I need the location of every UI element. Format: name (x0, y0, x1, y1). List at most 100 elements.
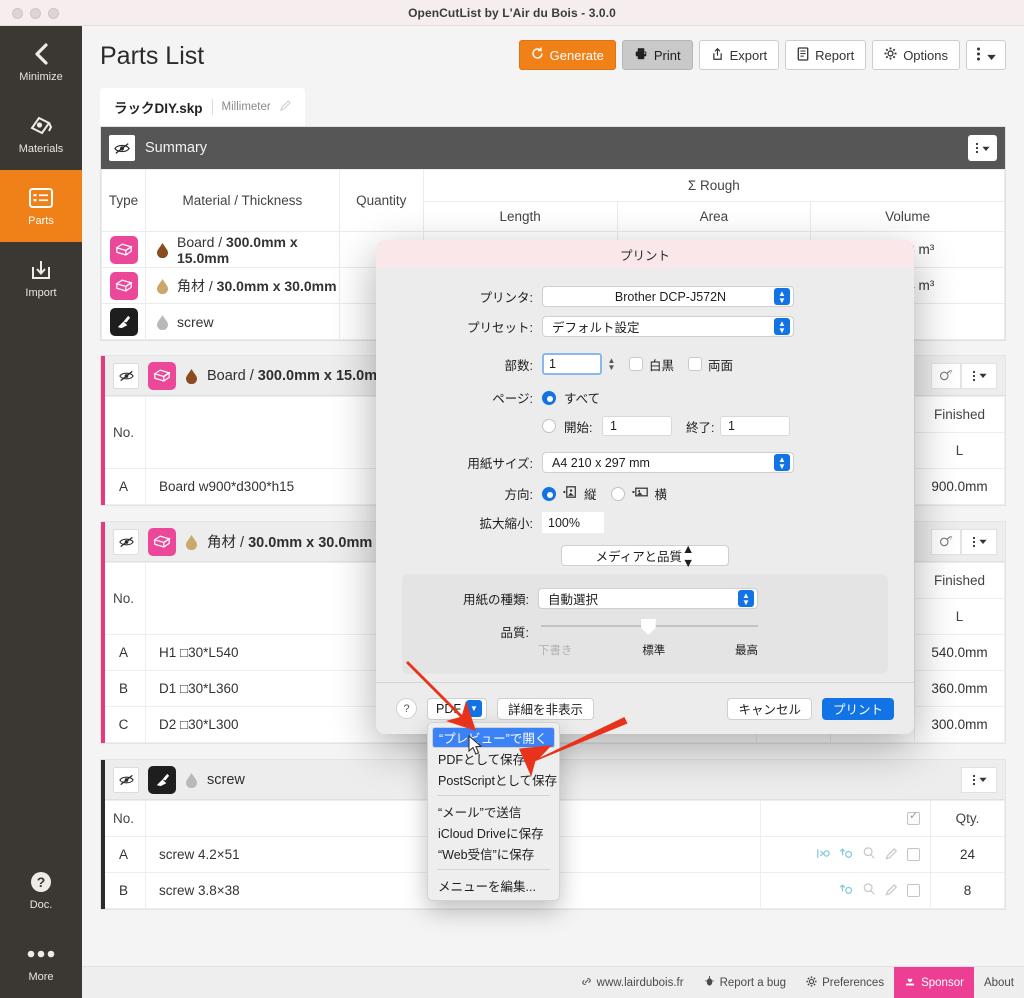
footer-about[interactable]: About (974, 967, 1024, 998)
pdf-button[interactable]: PDF ▼ (427, 697, 487, 720)
paper-type-row: 用紙の種類: 自動選択 ▲ ▼ (420, 588, 870, 609)
sidebar-item-import[interactable]: Import (0, 242, 82, 314)
footer-link-website[interactable]: www.lairdubois.fr (571, 967, 694, 998)
row-action-icons[interactable] (761, 882, 930, 899)
pencil-icon[interactable] (885, 847, 898, 863)
search-icon[interactable] (862, 882, 876, 899)
section-select[interactable]: メディアと品質 ▲ ▼ (561, 542, 729, 570)
sidebar-item-minimize[interactable]: Minimize (0, 26, 82, 98)
cell-actions[interactable] (760, 872, 931, 909)
row-action-icons[interactable] (761, 846, 930, 863)
quality-slider-wrap[interactable]: 下書き 標準 最高 (538, 619, 758, 658)
ellipsis-icon (26, 941, 56, 967)
quality-mid-label: 標準 (642, 645, 666, 657)
help-button[interactable]: ? (396, 698, 417, 719)
paper-type-value: 自動選択 (548, 593, 599, 607)
preset-select[interactable]: デフォルト設定 ▲ ▼ (542, 316, 794, 337)
menu-item-save-pdf[interactable]: PDFとして保存 (428, 748, 559, 769)
menu-item-send-mail[interactable]: “メール”で送信 (428, 801, 559, 822)
print-button[interactable]: Print (621, 40, 693, 70)
row-checkbox[interactable] (907, 848, 920, 861)
report-button[interactable]: Report (785, 40, 867, 70)
menu-item-save-webreceive[interactable]: “Web受信”に保存 (428, 843, 559, 864)
menu-item-save-postscript[interactable]: PostScriptとして保存 (428, 769, 559, 790)
scale-input[interactable]: 100% (542, 512, 604, 533)
minimize-button[interactable] (30, 7, 41, 19)
printer-select[interactable]: Brother DCP-J572N ▲ ▼ (542, 286, 794, 307)
quality-label: 品質: (500, 626, 529, 640)
eye-off-icon[interactable] (109, 135, 135, 161)
rotate-icon[interactable] (839, 847, 853, 863)
menu-item-save-icloud[interactable]: iCloud Driveに保存 (428, 822, 559, 843)
toolbar-more-button[interactable] (966, 40, 1006, 70)
material-name: screw (177, 313, 214, 330)
cell-actions[interactable] (760, 836, 931, 873)
footer-report-bug[interactable]: Report a bug (694, 967, 797, 998)
pages-all-label: すべて (564, 392, 601, 406)
pdf-dropdown-menu[interactable]: “プレビュー”で開く PDFとして保存 PostScriptとして保存 “メール… (427, 722, 560, 901)
pencil-icon[interactable] (885, 883, 898, 899)
sidebar-item-doc[interactable]: ? Doc. (0, 854, 82, 926)
footer-sponsor[interactable]: Sponsor (894, 966, 974, 998)
options-button[interactable]: Options (872, 40, 960, 70)
group-menu-button[interactable] (961, 528, 997, 555)
row-checkbox[interactable] (907, 884, 920, 897)
group-header-actions (961, 766, 997, 793)
sidebar-item-more[interactable]: More (0, 926, 82, 998)
group-menu-button[interactable] (961, 362, 997, 389)
cancel-button[interactable]: キャンセル (727, 697, 812, 720)
generate-button[interactable]: Generate (518, 40, 616, 70)
export-button[interactable]: Export (698, 40, 780, 70)
close-button[interactable] (12, 7, 23, 19)
to-input[interactable]: 1 (720, 416, 790, 436)
mouse-cursor (468, 735, 483, 755)
eye-off-icon[interactable] (113, 766, 139, 793)
eye-off-icon[interactable] (113, 528, 139, 555)
group-menu-button[interactable] (961, 766, 997, 793)
summary-menu-button[interactable] (968, 135, 997, 161)
from-input[interactable]: 1 (602, 416, 672, 436)
sidebar-item-parts[interactable]: Parts (0, 170, 82, 242)
toggle-details-button[interactable]: 詳細を非表示 (497, 697, 595, 720)
pages-all-radio[interactable] (542, 390, 556, 405)
svg-text:?: ? (37, 874, 46, 890)
footer-label: Preferences (822, 976, 885, 989)
eye-off-icon[interactable] (113, 362, 139, 389)
header-checkbox-wrap[interactable] (761, 809, 930, 825)
heart-hand-icon (904, 976, 916, 990)
material-edit-icon[interactable]: 7 (931, 528, 961, 555)
gear-icon (806, 975, 817, 990)
col-finished: Finished (914, 562, 1005, 599)
app-window: OpenCutList by L'Air du Bois - 3.0.0 Min… (0, 0, 1024, 998)
menu-item-edit-menu[interactable]: メニューを編集... (428, 875, 559, 896)
rotate-icon[interactable] (839, 883, 853, 899)
cell-letter: A (101, 468, 146, 505)
pages-range-radio[interactable] (542, 419, 556, 433)
sidebar-item-label: Parts (28, 215, 54, 227)
tab-rakku-diy[interactable]: ラックDIY.skp Millimeter (100, 88, 305, 126)
parts-list-icon (28, 185, 54, 211)
chevron-left-icon (33, 41, 50, 67)
print-dialog-title: プリント (376, 240, 914, 268)
slider-knob[interactable] (640, 619, 656, 635)
window-controls[interactable] (12, 0, 59, 26)
sidebar-item-materials[interactable]: Materials (0, 98, 82, 170)
pencil-icon[interactable] (279, 100, 291, 114)
portrait-radio[interactable] (542, 486, 556, 501)
quality-slider[interactable] (541, 619, 758, 641)
maximize-button[interactable] (48, 7, 59, 19)
copies-stepper[interactable]: ▲ ▼ (606, 357, 617, 372)
flip-icon[interactable] (816, 847, 830, 863)
search-icon[interactable] (862, 846, 876, 863)
landscape-radio[interactable] (610, 486, 625, 501)
footer-preferences[interactable]: Preferences (796, 967, 894, 998)
select-all-checkbox[interactable] (907, 809, 920, 825)
copies-input[interactable]: 1 (542, 353, 602, 375)
menu-item-open-preview[interactable]: “プレビュー”で開く (432, 727, 555, 748)
paper-type-select[interactable]: 自動選択 ▲ ▼ (538, 588, 758, 609)
paper-size-select[interactable]: A4 210 x 297 mm ▲ ▼ (542, 452, 794, 473)
bw-checkbox[interactable] (629, 357, 643, 371)
print-confirm-button[interactable]: プリント (821, 697, 894, 720)
duplex-checkbox[interactable] (688, 357, 703, 371)
material-edit-icon[interactable]: 7 (931, 362, 961, 389)
